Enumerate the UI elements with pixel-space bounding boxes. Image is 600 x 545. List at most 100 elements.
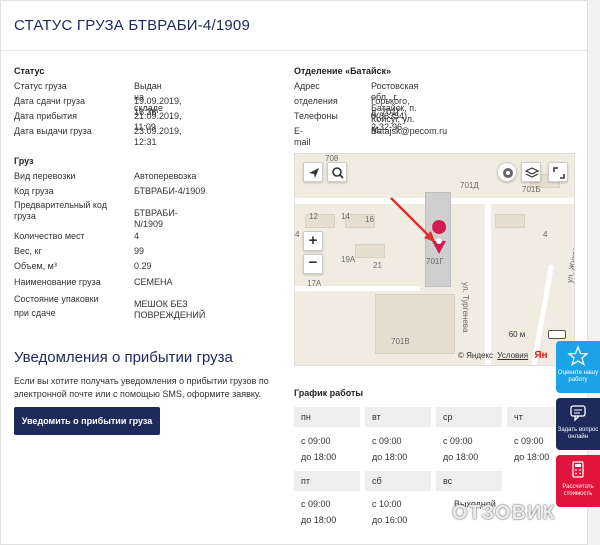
schedule-day: пн <box>294 407 360 427</box>
map-label: 4 <box>295 230 300 239</box>
layers-icon <box>524 167 540 178</box>
schedule-to: до 18:00 <box>301 452 337 462</box>
schedule-day: сб <box>365 471 431 491</box>
cargo-row-value: 4 <box>134 231 140 241</box>
map-label: 701В <box>391 337 410 346</box>
chat-icon <box>570 405 586 422</box>
cargo-status-card: СТАТУС ГРУЗА БТВРАБИ-4/1909 Статус Стату… <box>0 0 589 545</box>
map-traffic-button[interactable] <box>497 162 517 182</box>
calculate-cost-label: Рассчитать стоимость <box>562 484 594 497</box>
map-zoom-in-button[interactable]: + <box>303 231 323 251</box>
schedule-day: чт <box>507 407 555 427</box>
cargo-row-label: Объем, м³ <box>14 261 57 271</box>
map-street-label: ул. Жуковского <box>565 227 575 284</box>
cargo-row-label: Код груза <box>14 186 54 196</box>
map-pin-icon <box>390 197 447 254</box>
map-terms-link[interactable]: Условия <box>497 351 528 360</box>
divider <box>1 50 589 51</box>
cargo-row-value: БТВРАБИ-4/1909 <box>134 186 206 196</box>
page-title: СТАТУС ГРУЗА БТВРАБИ-4/1909 <box>14 17 250 34</box>
rate-us-label: Оцените нашу работу <box>557 370 599 383</box>
map-zoom-out-button[interactable]: − <box>303 254 323 274</box>
schedule-heading: График работы <box>294 388 364 398</box>
map-building <box>355 244 385 258</box>
cargo-heading: Груз <box>14 156 34 166</box>
map-building <box>375 294 455 354</box>
location-arrow-icon <box>309 168 319 178</box>
status-row-label: Статус груза <box>14 81 67 91</box>
cargo-row-label: Количество мест <box>14 231 85 241</box>
schedule-day: ср <box>436 407 502 427</box>
calculator-icon <box>572 461 584 478</box>
cargo-row-value: Автоперевозка <box>134 171 197 181</box>
map-label: 21 <box>373 261 382 270</box>
schedule-to: до 18:00 <box>301 515 337 525</box>
schedule-day: пт <box>294 471 360 491</box>
map-label: 4 <box>543 230 548 239</box>
map-scale-label: 60 м <box>508 330 526 339</box>
status-row-label: Дата прибытия <box>14 111 77 121</box>
cargo-row-label: Вес, кг <box>14 246 42 256</box>
cargo-row-label: Наименование груза <box>14 277 101 287</box>
cargo-row-label: Предварительный код груза <box>14 200 107 221</box>
map-copyright: © Яндекс Условия Ян <box>458 350 548 361</box>
branch-phone-label: Телефоны <box>294 111 338 121</box>
map-fullscreen-button[interactable] <box>548 162 568 182</box>
otzovik-watermark: ОТЗОВИК <box>452 502 556 524</box>
schedule-from: с 09:00 <box>514 436 544 446</box>
notify-text: Если вы хотите получать уведомления о пр… <box>14 376 269 399</box>
branch-email[interactable]: Batajsk@pecom.ru <box>371 126 447 137</box>
branch-email-label: E-mail <box>294 126 311 147</box>
schedule-from: с 09:00 <box>443 436 473 446</box>
ruler-icon[interactable] <box>548 330 566 339</box>
cargo-row-value: МЕШОК БЕЗ ПОВРЕЖДЕНИЙ <box>134 299 206 320</box>
schedule-from: с 10:00 <box>372 499 402 509</box>
notify-button[interactable]: Уведомить о прибытии груза <box>14 407 160 435</box>
cargo-row-value: 99 <box>134 246 145 256</box>
notify-title: Уведомления о прибытии груза <box>14 349 233 366</box>
status-row-value: 23.09.2019, 12:31 <box>134 126 182 147</box>
map-label: 701Б <box>522 185 541 194</box>
map-label: 16 <box>365 215 374 224</box>
cargo-row-value: БТВРАБИ-N/1909 <box>134 208 178 229</box>
map-label: 19А <box>341 255 356 264</box>
map-label: 701Д <box>460 181 479 190</box>
map-label: 14 <box>341 212 350 221</box>
map-scale: 60 м <box>487 330 547 342</box>
yandex-logo: Ян <box>534 350 548 361</box>
rate-us-button[interactable]: Оцените нашу работу <box>556 341 600 393</box>
branch-address-label: отделения <box>294 96 338 106</box>
schedule-to: до 18:00 <box>443 452 479 462</box>
cargo-row-label: Состояние упаковки при сдаче <box>14 294 99 318</box>
branch-address-label: Адрес <box>294 81 320 91</box>
map-label: 12 <box>309 212 318 221</box>
status-heading: Статус <box>14 66 45 76</box>
traffic-icon <box>503 168 513 178</box>
schedule-from: с 09:00 <box>301 436 331 446</box>
map-search-button[interactable] <box>327 162 347 182</box>
schedule-from: с 09:00 <box>372 436 402 446</box>
cargo-row-label: Вид перевозки <box>14 171 76 181</box>
schedule-from: с 09:00 <box>301 499 331 509</box>
status-row-label: Дата сдачи груза <box>14 96 86 106</box>
ask-question-label: Задать вопрос онлайн <box>557 427 599 440</box>
calculate-cost-button[interactable]: Рассчитать стоимость <box>556 455 600 507</box>
schedule-to: до 18:00 <box>372 452 408 462</box>
ask-question-button[interactable]: Задать вопрос онлайн <box>556 398 600 450</box>
star-icon <box>567 345 589 366</box>
search-icon <box>332 167 344 179</box>
status-row-label: Дата выдачи груза <box>14 126 92 136</box>
branch-heading: Отделение «Батайск» <box>294 66 392 76</box>
schedule-to: до 18:00 <box>514 452 550 462</box>
map-street-label: ул. Тургенева <box>461 282 470 333</box>
cargo-row-value: СЕМЕНА <box>134 277 173 287</box>
schedule-day: вт <box>365 407 431 427</box>
map-building <box>495 214 525 228</box>
schedule-to: до 16:00 <box>372 515 408 525</box>
expand-icon <box>553 167 565 179</box>
map-copyright-text: © Яндекс <box>458 351 494 360</box>
map-locate-button[interactable] <box>303 162 323 182</box>
map-layers-button[interactable] <box>521 162 541 182</box>
cargo-row-value: 0.29 <box>134 261 152 271</box>
branch-map[interactable]: 708 701Д 701Б 12 14 16 4 19А 21 17А 701Г… <box>294 153 575 366</box>
